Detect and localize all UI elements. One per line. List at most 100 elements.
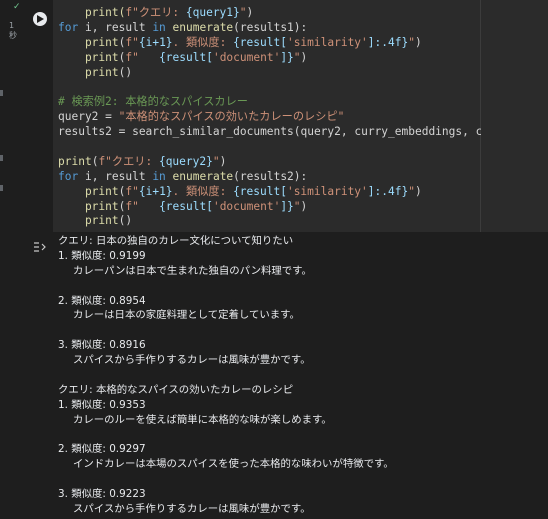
code-line: print(f"クエリ: {query2}") (58, 155, 548, 170)
output-line: クエリ: 本格的なスパイスの効いたカレーのレシピ (58, 383, 294, 396)
code-line: query2 = "本格的なスパイスの効いたカレーのレシピ" (58, 110, 548, 125)
gutter-marker (0, 155, 3, 161)
code-token: i, result (78, 169, 153, 183)
output-line: スパイスから手作りするカレーは風味が豊かです。 (73, 503, 311, 516)
code-token: f" (125, 50, 160, 64)
code-token: for (58, 20, 79, 34)
output-line: 1. 類似度: 0.9199 (58, 249, 146, 262)
code-text[interactable]: print(f"クエリ: {query1}") for i, result in … (58, 6, 548, 229)
code-token: " (293, 50, 301, 64)
code-line: print(f"{i+1}. 類似度: {result['similarity'… (58, 185, 548, 200)
output-line: カレーは日本の家庭料理として定着しています。 (73, 309, 300, 322)
cell-output: クエリ: 日本の独自のカレー文化について知りたい 1. 類似度: 0.9199 カレ… (0, 232, 548, 519)
gutter-marker (0, 185, 3, 191)
code-line: print(f" {result['document']}") (58, 200, 548, 215)
output-line: インドカレーは本場のスパイスを使った本格的な味わいが特徴です。 (73, 458, 394, 471)
output-line: クエリ: 日本の独自のカレー文化について知りたい (58, 235, 294, 247)
code-token: ) (219, 154, 227, 168)
code-token: "本格的なスパイスの効いたカレーのレシピ" (118, 110, 345, 124)
code-token: () (118, 65, 133, 79)
code-token: {result[ (233, 35, 287, 49)
code-token: {result[ (233, 184, 287, 198)
code-token: ) (300, 199, 308, 213)
code-token: f" (125, 184, 139, 198)
code-token: {query2} (158, 154, 213, 168)
code-token: print (58, 184, 119, 198)
code-token: print (58, 199, 119, 213)
code-token: {i+1} (138, 184, 173, 198)
code-token: ) (300, 50, 308, 64)
code-line: print(f"{i+1}. 類似度: {result['similarity'… (58, 36, 548, 51)
code-token: ]} (280, 50, 294, 64)
code-token: (results1): (233, 20, 308, 34)
code-line: results2 = search_similar_documents(quer… (58, 125, 548, 140)
code-token: print (58, 35, 119, 49)
code-token: ) (414, 35, 422, 49)
code-token: ) (414, 184, 422, 198)
code-token: print( (58, 6, 126, 19)
code-token: 'similarity' (286, 184, 368, 198)
output-line: スパイスから手作りするカレーは風味が豊かです。 (73, 354, 311, 367)
code-token: " (408, 184, 415, 198)
code-token: . 類似度: (172, 35, 234, 49)
code-token: ]:.4f} (367, 184, 409, 198)
run-cell-button[interactable] (33, 12, 47, 26)
output-toggle-icon[interactable] (33, 238, 49, 257)
play-icon (37, 15, 44, 23)
output-line: カレーパンは日本で生まれた独自のパン料理です。 (73, 264, 312, 277)
code-line: for i, result in enumerate(results1): (58, 21, 548, 36)
code-line: print(f" {result['document']}") (58, 51, 548, 66)
code-token: ]} (280, 199, 294, 213)
code-token: {i+1} (138, 35, 173, 49)
code-line: print() (58, 214, 548, 229)
code-token: {result[ (159, 50, 213, 64)
execution-time: 1秒 (9, 21, 17, 40)
code-token: 'document' (212, 199, 281, 213)
code-token: in (152, 169, 166, 183)
code-token: " (239, 6, 247, 19)
output-line: 2. 類似度: 0.9297 (58, 443, 146, 456)
output-line: 2. 類似度: 0.8954 (58, 294, 146, 307)
code-token: " (408, 35, 415, 49)
code-token: " (212, 154, 220, 168)
code-line: # 検索例2: 本格的なスパイスカレー (58, 95, 548, 110)
output-line: 3. 類似度: 0.9223 (58, 488, 146, 501)
code-token: # 検索例2: 本格的なスパイスカレー (58, 95, 248, 109)
code-token: enumerate (172, 169, 234, 183)
code-token: print (58, 50, 119, 64)
code-token: {result[ (159, 199, 213, 213)
code-editor-margin (481, 0, 548, 232)
check-icon: ✓ (13, 2, 21, 12)
code-line: for i, result in enumerate(results2): (58, 170, 548, 185)
code-token: f" (125, 199, 160, 213)
output-line: 1. 類似度: 0.9353 (58, 398, 146, 411)
code-token: ) (246, 6, 254, 19)
code-token: for (58, 169, 79, 183)
code-line: print(f"クエリ: {query1}") (58, 6, 548, 21)
code-editor[interactable]: print(f"クエリ: {query1}") for i, result in … (53, 0, 548, 232)
code-token: (results2): (233, 169, 308, 183)
code-line: print() (58, 66, 548, 81)
output-line: 3. 類似度: 0.8916 (58, 339, 146, 352)
code-token: in (152, 20, 166, 34)
code-token: query2 = (58, 110, 119, 124)
code-token: print (58, 214, 119, 228)
code-token: f"クエリ: (125, 6, 186, 19)
code-token: i, result (78, 20, 153, 34)
code-token: print (58, 65, 119, 79)
output-text: クエリ: 日本の独自のカレー文化について知りたい 1. 類似度: 0.9199 カレ… (58, 234, 394, 517)
code-token: " (293, 199, 301, 213)
code-token: results2 = search_similar_documents(quer… (58, 125, 548, 139)
code-token: 'similarity' (286, 35, 368, 49)
code-token: ]:.4f} (367, 35, 409, 49)
code-token: f" (125, 35, 139, 49)
